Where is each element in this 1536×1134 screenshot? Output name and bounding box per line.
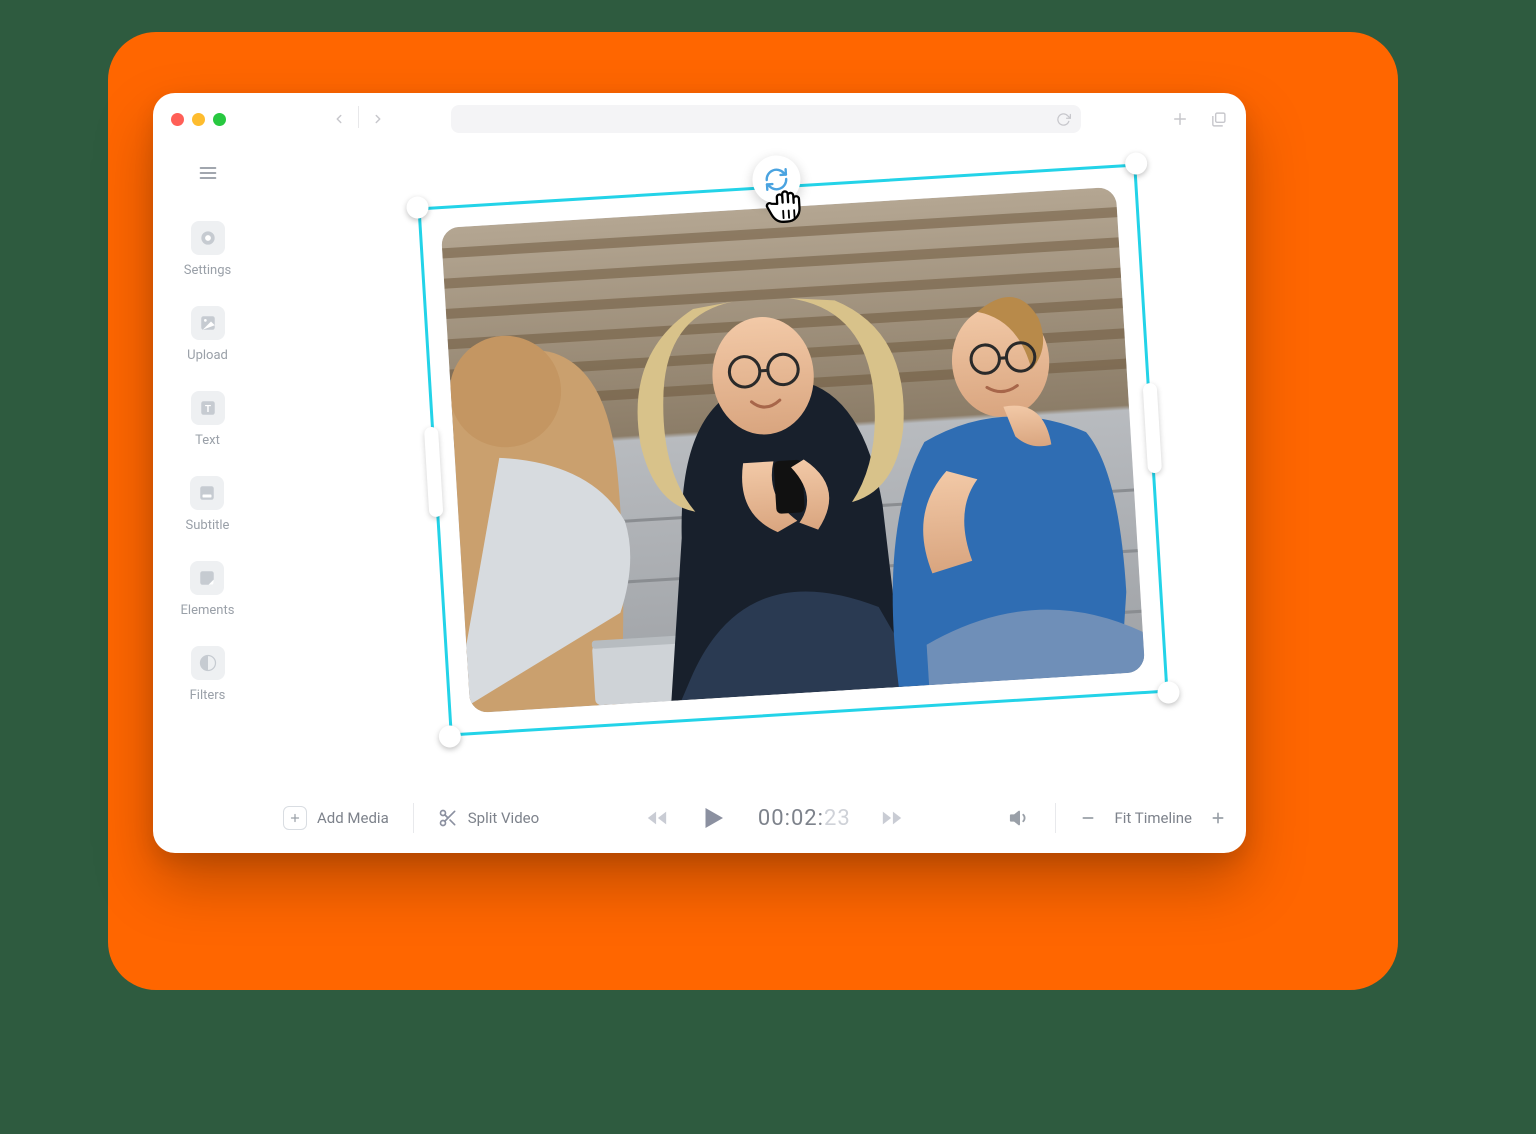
selected-clip[interactable] bbox=[417, 164, 1168, 737]
sidebar-item-label: Text bbox=[195, 433, 220, 448]
resize-handle-bottom-right[interactable] bbox=[1157, 681, 1180, 704]
sidebar-item-text[interactable]: T Text bbox=[191, 391, 225, 448]
add-media-button[interactable]: Add Media bbox=[283, 806, 389, 830]
timecode-frames: 23 bbox=[824, 806, 851, 831]
title-bar bbox=[153, 93, 1246, 145]
resize-handle-bottom-left[interactable] bbox=[438, 725, 461, 748]
rewind-button[interactable] bbox=[646, 807, 668, 829]
minimize-window-button[interactable] bbox=[192, 113, 205, 126]
sidebar-item-elements[interactable]: Elements bbox=[181, 561, 235, 618]
address-bar[interactable] bbox=[451, 105, 1081, 133]
timecode-display: 00:02:23 bbox=[758, 806, 851, 831]
zoom-in-button[interactable] bbox=[1210, 810, 1226, 826]
zoom-out-button[interactable] bbox=[1080, 810, 1096, 826]
zoom-window-button[interactable] bbox=[213, 113, 226, 126]
fast-forward-button[interactable] bbox=[881, 807, 903, 829]
sidebar-item-subtitle[interactable]: Subtitle bbox=[186, 476, 230, 533]
filters-icon bbox=[191, 646, 225, 680]
add-media-label: Add Media bbox=[317, 809, 389, 827]
bottom-toolbar: Add Media Split Video bbox=[263, 783, 1246, 853]
scissors-icon bbox=[438, 808, 458, 828]
back-button[interactable] bbox=[326, 106, 352, 132]
nav-separator bbox=[358, 106, 359, 128]
grab-cursor-icon bbox=[761, 184, 808, 231]
play-button[interactable] bbox=[698, 803, 728, 833]
volume-button[interactable] bbox=[1009, 807, 1031, 829]
sidebar-item-label: Upload bbox=[187, 348, 228, 363]
elements-icon bbox=[190, 561, 224, 595]
sidebar-item-label: Settings bbox=[184, 263, 231, 278]
upload-icon bbox=[191, 306, 225, 340]
tabs-overview-button[interactable] bbox=[1208, 109, 1228, 129]
plus-icon bbox=[283, 806, 307, 830]
text-icon: T bbox=[191, 391, 225, 425]
transport-controls: 00:02:23 bbox=[646, 803, 903, 833]
app-window: Settings Upload T Text Subtitle bbox=[153, 93, 1246, 853]
forward-button[interactable] bbox=[365, 106, 391, 132]
window-traffic-lights bbox=[171, 113, 226, 126]
tool-sidebar: Settings Upload T Text Subtitle bbox=[153, 145, 263, 853]
new-tab-button[interactable] bbox=[1170, 109, 1190, 129]
sidebar-item-filters[interactable]: Filters bbox=[190, 646, 226, 703]
svg-text:T: T bbox=[205, 404, 211, 415]
subtitle-icon bbox=[190, 476, 224, 510]
reload-icon[interactable] bbox=[1056, 112, 1071, 127]
history-nav bbox=[326, 106, 391, 132]
sidebar-item-upload[interactable]: Upload bbox=[187, 306, 228, 363]
clip-thumbnail[interactable] bbox=[441, 187, 1145, 713]
canvas-area[interactable]: Add Media Split Video bbox=[263, 145, 1246, 853]
split-video-label: Split Video bbox=[468, 809, 539, 827]
sidebar-item-label: Elements bbox=[181, 603, 235, 618]
toolbar-separator bbox=[413, 803, 414, 833]
sidebar-item-settings[interactable]: Settings bbox=[184, 221, 231, 278]
settings-icon bbox=[191, 221, 225, 255]
sidebar-item-label: Filters bbox=[190, 688, 226, 703]
close-window-button[interactable] bbox=[171, 113, 184, 126]
toolbar-separator bbox=[1055, 803, 1056, 833]
sidebar-item-label: Subtitle bbox=[186, 518, 230, 533]
resize-handle-top-right[interactable] bbox=[1124, 152, 1147, 175]
fit-timeline-label[interactable]: Fit Timeline bbox=[1114, 809, 1192, 827]
split-video-button[interactable]: Split Video bbox=[438, 808, 539, 828]
menu-button[interactable] bbox=[198, 163, 218, 183]
timecode-main: 00:02: bbox=[758, 806, 824, 831]
